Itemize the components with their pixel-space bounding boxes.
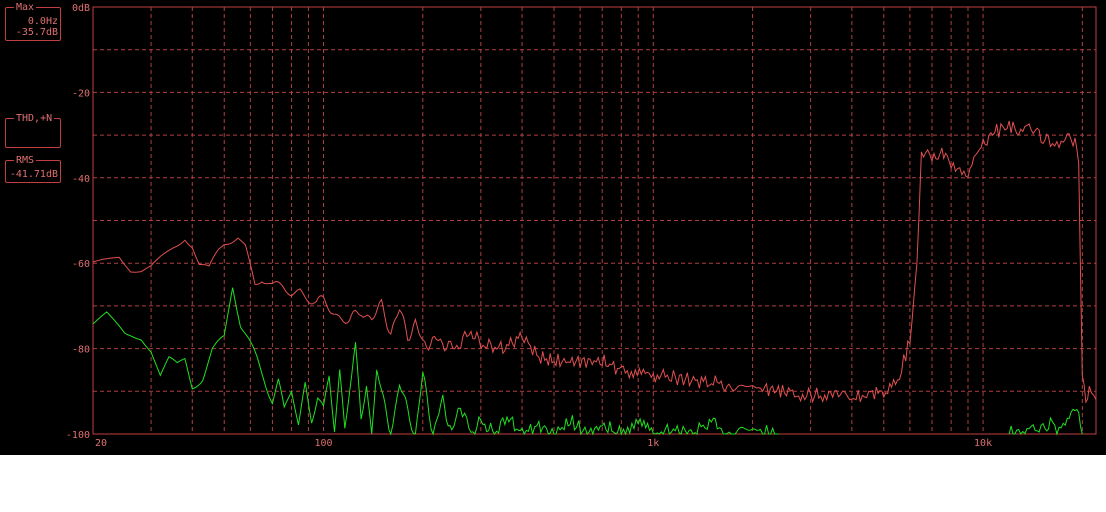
rms-level: -41.71dB [9, 169, 58, 180]
max-readout: Max 0.0Hz -35.7dB [5, 2, 61, 41]
tick-labels: 0dB -20 -40 -60 -80 -100 20 100 1k 10k [66, 3, 992, 449]
spectrum-plot: 0dB -20 -40 -60 -80 -100 20 100 1k 10k [66, 3, 1097, 449]
y-tick-label: -100 [66, 430, 90, 441]
series-line-0 [92, 120, 1097, 404]
grid [92, 6, 1097, 435]
y-tick-label: 0dB [72, 3, 90, 14]
thd-readout: THD,+N [5, 113, 61, 148]
y-tick-label: -40 [72, 174, 90, 185]
y-tick-label: -80 [72, 345, 90, 356]
series-line-1 [92, 287, 779, 436]
series-layer [92, 120, 1097, 436]
thd-caption: THD,+N [14, 113, 55, 124]
spectrum-analyzer-panel: 0dB -20 -40 -60 -80 -100 20 100 1k 10k Max 0.0Hz … [0, 0, 1106, 455]
max-frequency: 0.0Hz [27, 16, 58, 27]
max-level: -35.7dB [15, 27, 58, 38]
y-tick-label: -60 [72, 259, 90, 270]
rms-readout: RMS -41.71dB [5, 155, 61, 183]
x-tick-label: 20 [95, 438, 107, 449]
series-line-2 [1008, 408, 1083, 436]
y-tick-label: -20 [72, 88, 90, 99]
x-tick-label: 10k [974, 438, 992, 449]
max-caption: Max [14, 2, 37, 13]
x-tick-label: 1k [647, 438, 659, 449]
rms-caption: RMS [14, 155, 37, 166]
x-tick-label: 100 [314, 438, 332, 449]
